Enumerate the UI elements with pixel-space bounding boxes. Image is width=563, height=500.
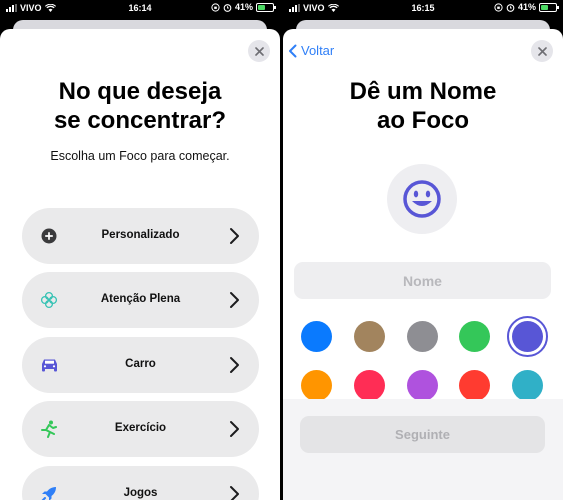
alarm-icon (223, 3, 232, 12)
focus-item-jogos[interactable]: Jogos (22, 466, 259, 500)
back-button[interactable]: Voltar (288, 43, 334, 58)
battery-percent: 41% (517, 2, 536, 12)
page-title: Dê um Nome ao Foco (283, 77, 563, 135)
focus-item-personalizado[interactable]: Personalizado (22, 208, 259, 264)
title-line-2: se concentrar? (53, 107, 227, 134)
color-swatch-gray[interactable] (407, 321, 438, 352)
focus-picker-screen: VIVO 16:14 41% No que deseja se concentr… (0, 0, 280, 500)
color-swatch-blue[interactable] (301, 321, 332, 352)
chevron-right-icon (230, 292, 239, 308)
focus-sheet: Voltar Dê um Nome ao Foco Seguinte (283, 29, 563, 500)
close-icon (537, 46, 547, 56)
orientation-lock-icon (494, 2, 503, 12)
color-swatch-indigo[interactable] (507, 316, 548, 357)
chevron-right-icon (230, 357, 239, 373)
orientation-lock-icon (211, 2, 220, 12)
color-swatch-teal[interactable] (512, 370, 543, 401)
bottom-bar: Seguinte (283, 399, 563, 500)
close-button[interactable] (531, 40, 553, 62)
focus-item-label: Personalizado (101, 229, 180, 241)
emoji-picker[interactable] (387, 164, 457, 234)
chevron-right-icon (230, 486, 239, 500)
back-label: Voltar (301, 43, 335, 58)
page-title: No que deseja se concentrar? (0, 77, 280, 135)
status-bar: VIVO 16:15 41% (283, 0, 563, 16)
next-button[interactable]: Seguinte (300, 416, 545, 453)
battery-icon (256, 2, 276, 12)
focus-item-carro[interactable]: Carro (22, 337, 259, 393)
focus-name-screen: VIVO 16:15 41% Voltar Dê um Nome ao Foco (283, 0, 563, 500)
battery-icon (539, 2, 559, 12)
name-input[interactable] (294, 262, 551, 299)
focus-item-label: Jogos (123, 487, 158, 499)
color-swatch-orange[interactable] (301, 370, 332, 401)
close-button[interactable] (248, 40, 270, 62)
chevron-right-icon (230, 228, 239, 244)
battery-percent: 41% (234, 2, 253, 12)
focus-item-label: Exercício (114, 422, 167, 434)
focus-item-label: Atenção Plena (100, 293, 181, 305)
title-line-1: Dê um Nome (349, 78, 497, 105)
subtitle: Escolha um Foco para começar. (50, 149, 230, 163)
color-swatch-pink[interactable] (354, 370, 385, 401)
alarm-icon (506, 3, 515, 12)
focus-item-label: Carro (125, 358, 156, 370)
chevron-left-icon (289, 44, 297, 57)
chevron-right-icon (230, 421, 239, 437)
title-line-1: No que deseja (58, 78, 222, 105)
color-swatch-red[interactable] (459, 370, 490, 401)
color-swatch-green[interactable] (459, 321, 490, 352)
color-swatch-purple[interactable] (407, 370, 438, 401)
status-bar: VIVO 16:14 41% (0, 0, 280, 16)
focus-item-exercicio[interactable]: Exercício (22, 401, 259, 457)
close-icon (254, 46, 264, 56)
focus-sheet: No que deseja se concentrar? Escolha um … (0, 29, 280, 500)
title-line-2: ao Foco (376, 107, 469, 134)
focus-item-atencao-plena[interactable]: Atenção Plena (22, 272, 259, 328)
color-swatch-brown[interactable] (354, 321, 385, 352)
smiley-icon (403, 180, 441, 218)
